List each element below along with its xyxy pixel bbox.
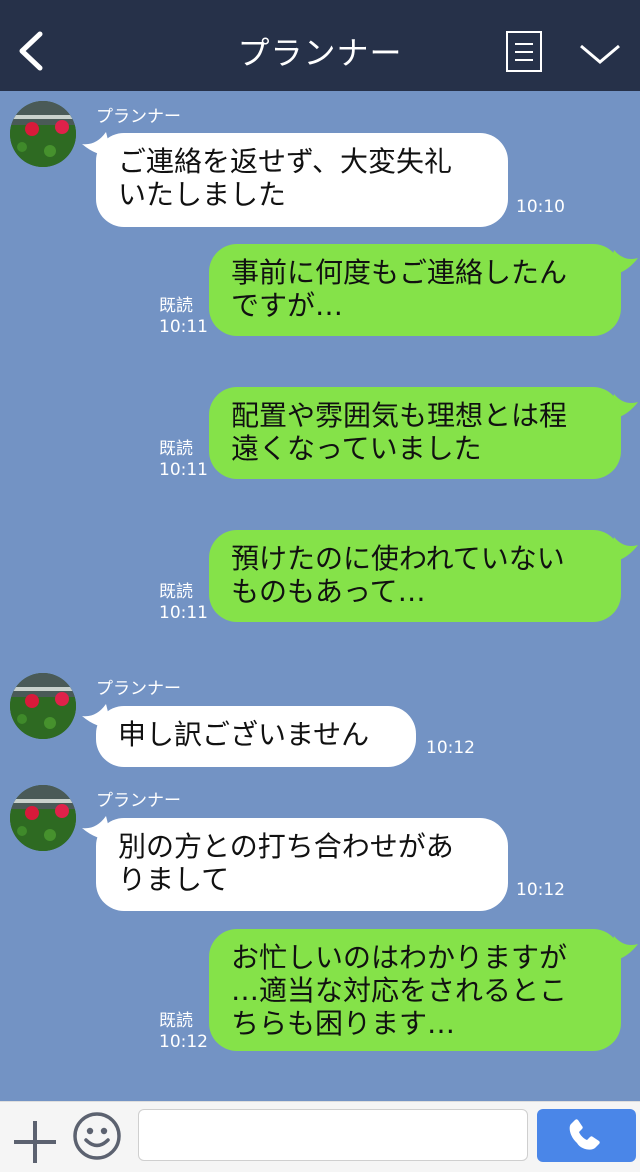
message-time: 10:12 bbox=[426, 738, 475, 758]
message-bubble[interactable]: 配置や雰囲気も理想とは程 遠くなっていました bbox=[209, 387, 621, 479]
message-bubble[interactable]: 事前に何度もご連絡したん ですが… bbox=[209, 244, 621, 336]
message-time: 10:12 bbox=[516, 880, 565, 900]
message-bubble[interactable]: 別の方との打ち合わせがあ りまして bbox=[96, 818, 508, 911]
message-bubble[interactable]: 預けたのに使われていない ものもあって… bbox=[209, 530, 621, 622]
chat-header: プランナー bbox=[0, 0, 640, 91]
message-input[interactable] bbox=[138, 1109, 528, 1161]
sender-name: プランナー bbox=[96, 679, 181, 699]
avatar[interactable] bbox=[10, 673, 76, 739]
plus-icon[interactable] bbox=[14, 1121, 56, 1163]
read-receipt: 既読 10:11 bbox=[159, 439, 208, 480]
call-button[interactable] bbox=[537, 1109, 636, 1162]
message-bubble[interactable]: 申し訳ございません bbox=[96, 706, 416, 767]
menu-icon[interactable] bbox=[506, 31, 542, 72]
message-time: 10:10 bbox=[516, 197, 565, 217]
emoji-icon[interactable] bbox=[72, 1111, 122, 1161]
message-bubble[interactable]: ご連絡を返せず、大変失礼 いたしました bbox=[96, 133, 508, 227]
chevron-down-icon[interactable] bbox=[578, 40, 622, 68]
avatar[interactable] bbox=[10, 785, 76, 851]
sender-name: プランナー bbox=[96, 791, 181, 811]
sender-name: プランナー bbox=[96, 107, 181, 127]
message-composer bbox=[0, 1101, 640, 1172]
avatar[interactable] bbox=[10, 101, 76, 167]
read-receipt: 既読 10:11 bbox=[159, 582, 208, 623]
phone-icon bbox=[569, 1119, 600, 1150]
read-receipt: 既読 10:11 bbox=[159, 296, 208, 337]
message-bubble[interactable]: お忙しいのはわかりますが …適当な対応をされるとこ ちらも困ります… bbox=[209, 929, 621, 1051]
read-receipt: 既読 10:12 bbox=[159, 1011, 208, 1052]
chat-title: プランナー bbox=[237, 34, 403, 72]
